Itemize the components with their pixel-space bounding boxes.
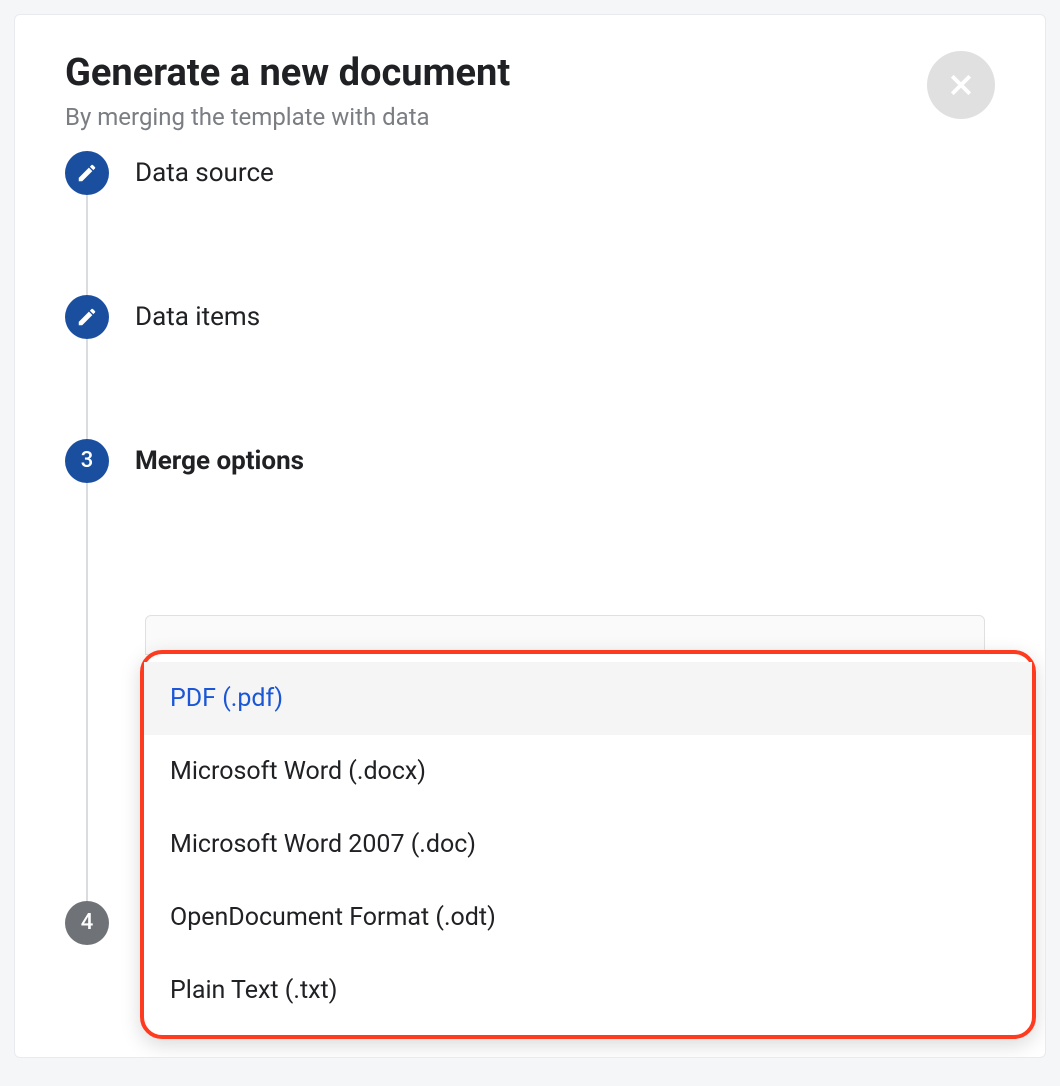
modal-title: Generate a new document [65,51,510,97]
step-circle [65,151,109,195]
step-circle: 3 [65,439,109,483]
step-number: 4 [81,910,94,935]
dropdown-option-pdf[interactable]: PDF (.pdf) [144,662,1032,735]
step-label: Data source [135,158,274,188]
generate-document-modal: Generate a new document By merging the t… [14,14,1046,1058]
step-label: Merge options [135,446,304,476]
step-merge-options[interactable]: 3 Merge options [65,439,304,483]
step-label: Data items [135,302,260,332]
format-dropdown: PDF (.pdf) Microsoft Word (.docx) Micros… [140,650,1036,1039]
dropdown-option-odt[interactable]: OpenDocument Format (.odt) [144,881,1032,954]
step-data-source[interactable]: Data source [65,151,274,195]
step-number: 3 [81,448,94,473]
step-circle [65,295,109,339]
header-text: Generate a new document By merging the t… [65,51,510,131]
pencil-icon [76,306,98,328]
dropdown-option-doc[interactable]: Microsoft Word 2007 (.doc) [144,808,1032,881]
dropdown-option-docx[interactable]: Microsoft Word (.docx) [144,735,1032,808]
step-connector [86,195,88,295]
step-connector [86,483,88,913]
step-four[interactable]: 4 [65,901,109,945]
dropdown-option-txt[interactable]: Plain Text (.txt) [144,954,1032,1027]
stepper: Data source Data items 3 Merge options 4 [15,151,1045,191]
step-circle: 4 [65,901,109,945]
close-button[interactable] [927,51,995,119]
close-icon [946,70,976,100]
pencil-icon [76,162,98,184]
step-data-items[interactable]: Data items [65,295,260,339]
format-select-field[interactable] [145,615,985,655]
step-connector [86,339,88,439]
modal-subtitle: By merging the template with data [65,103,510,131]
modal-header: Generate a new document By merging the t… [15,15,1045,151]
